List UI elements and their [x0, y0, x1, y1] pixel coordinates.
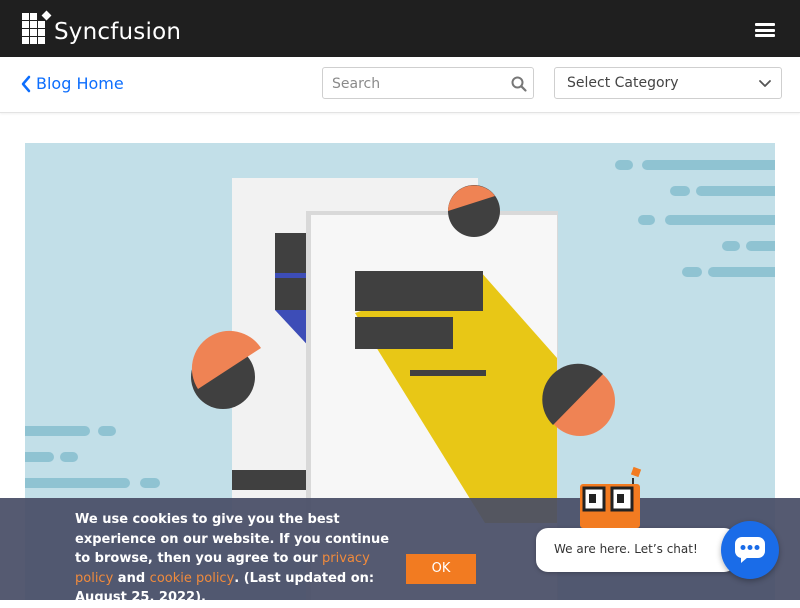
chat-launcher-button[interactable]: [721, 521, 779, 579]
cookie-policy-link[interactable]: cookie policy: [150, 571, 235, 586]
chat-invite-bubble[interactable]: We are here. Let’s chat!: [536, 528, 736, 572]
top-navbar: Syncfusion: [0, 0, 800, 57]
decor-circle-top: [448, 185, 500, 237]
cookie-text-and: and: [113, 570, 150, 586]
chatbot-mascot-icon: [580, 466, 642, 528]
blog-home-link[interactable]: Blog Home: [20, 74, 124, 93]
cookie-ok-button[interactable]: OK: [406, 554, 476, 584]
hamburger-icon[interactable]: [755, 23, 775, 37]
category-select[interactable]: Select Category: [554, 67, 782, 99]
blog-home-label: Blog Home: [36, 74, 124, 93]
chat-invite-text: We are here. Let’s chat!: [554, 542, 698, 556]
search-input[interactable]: [332, 74, 502, 94]
category-select-value: Select Category: [567, 75, 679, 91]
cookie-message: We use cookies to give you the best expe…: [75, 510, 395, 608]
chevron-left-icon: [21, 75, 31, 92]
search-icon[interactable]: [510, 75, 528, 93]
syncfusion-logo[interactable]: Syncfusion: [22, 10, 182, 47]
logo-mark-icon: [22, 10, 54, 45]
chat-icon: [735, 537, 765, 563]
chevron-down-icon: [759, 80, 771, 87]
search-box[interactable]: [322, 67, 534, 99]
brand-name: Syncfusion: [54, 19, 182, 45]
